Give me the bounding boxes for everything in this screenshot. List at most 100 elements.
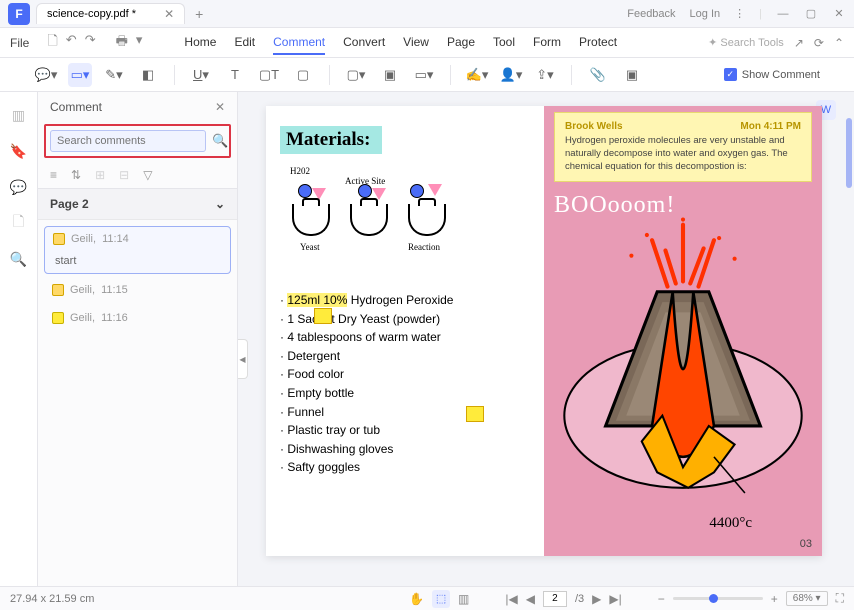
- divider: |: [759, 8, 762, 20]
- yeast-diagram: H202 Active Site Yeast Reaction: [280, 166, 530, 261]
- flask-icon: [292, 204, 330, 236]
- scroll-thumb[interactable]: [846, 118, 852, 188]
- comment-item[interactable]: Geili,11:14start: [44, 226, 231, 274]
- menu-comment[interactable]: Comment: [273, 31, 325, 55]
- expand-all-icon[interactable]: ⇅: [71, 168, 81, 182]
- eraser-tool[interactable]: ◧: [136, 63, 160, 87]
- menubar: File 🗋 ↶ ↷ 🖶 ▾ Home Edit Comment Convert Vie…: [0, 28, 854, 58]
- panel-close-icon[interactable]: ✕: [215, 100, 225, 114]
- attachment-icon[interactable]: 🗋: [10, 214, 28, 232]
- underline-tool[interactable]: U▾: [189, 63, 213, 87]
- show-comment-label: Show Comment: [742, 69, 820, 81]
- vertical-scrollbar[interactable]: [846, 106, 852, 572]
- thumbnail-icon[interactable]: ▥: [10, 106, 28, 124]
- collapse-icon[interactable]: ⊞: [95, 168, 105, 182]
- menu-protect[interactable]: Protect: [579, 31, 617, 55]
- undo-icon[interactable]: ↶: [66, 32, 77, 54]
- page-section-header[interactable]: Page 2 ⌄: [38, 189, 237, 220]
- material-item: · Plastic tray or tub: [280, 421, 530, 440]
- comment-time: 11:15: [101, 284, 128, 296]
- redo-icon[interactable]: ↷: [85, 32, 96, 54]
- shape-tool[interactable]: ▢▾: [344, 63, 368, 87]
- page-number-input[interactable]: [543, 591, 567, 607]
- fit-page-icon[interactable]: ⛶: [836, 591, 844, 606]
- menu-form[interactable]: Form: [533, 31, 561, 55]
- maximize-button[interactable]: ▢: [804, 7, 818, 21]
- menu-convert[interactable]: Convert: [343, 31, 385, 55]
- text-tool[interactable]: T: [223, 63, 247, 87]
- last-page-icon[interactable]: ▶|: [609, 592, 621, 606]
- feedback-link[interactable]: Feedback: [627, 8, 675, 20]
- search-panel-icon[interactable]: 🔍: [10, 250, 28, 268]
- print-icon[interactable]: 🖶: [116, 32, 128, 54]
- file-menu[interactable]: File: [10, 36, 29, 50]
- menu-view[interactable]: View: [403, 31, 429, 55]
- stamp-tool[interactable]: ▣: [378, 63, 402, 87]
- save-icon[interactable]: 🗋: [47, 32, 57, 54]
- close-button[interactable]: ✕: [832, 7, 846, 21]
- highlight-tool[interactable]: ▭▾: [68, 63, 92, 87]
- sticky-note-large[interactable]: Brook Wells Mon 4:11 PM Hydrogen peroxid…: [554, 112, 812, 182]
- flask-icon: [408, 204, 446, 236]
- sticky-note-icon[interactable]: [314, 308, 332, 324]
- comment-item[interactable]: Geili,11:16: [44, 306, 231, 330]
- search-icon[interactable]: 🔍: [212, 133, 228, 149]
- prev-page-icon[interactable]: ◀: [526, 592, 535, 606]
- expand-icon[interactable]: ⌃: [834, 36, 844, 50]
- login-link[interactable]: Log In: [690, 8, 721, 20]
- zoom-out-icon[interactable]: −: [658, 592, 665, 606]
- tab-close-icon[interactable]: ✕: [164, 7, 174, 21]
- document-tab[interactable]: science-copy.pdf * ✕: [36, 3, 185, 24]
- document-canvas[interactable]: W ◀ Materials: H202 Active Site Yeast: [238, 92, 854, 586]
- more-icon[interactable]: ⋮: [734, 7, 745, 20]
- zoom-value[interactable]: 68% ▾: [786, 591, 828, 606]
- textbox-tool[interactable]: ▢T: [257, 63, 281, 87]
- export-tool[interactable]: ⇪▾: [533, 63, 557, 87]
- filter-type-icon[interactable]: ⊟: [119, 168, 129, 182]
- panel-collapse-icon[interactable]: ◀: [238, 339, 248, 379]
- flask-icon: [350, 204, 388, 236]
- new-tab-button[interactable]: +: [195, 6, 203, 22]
- external-icon[interactable]: ↗: [794, 36, 804, 50]
- measure-tool[interactable]: ▭▾: [412, 63, 436, 87]
- comment-toolbar: 💬▾ ▭▾ ✎▾ ◧ U▾ T ▢T ▢ ▢▾ ▣ ▭▾ ✍▾ 👤▾ ⇪▾ 📎 …: [0, 58, 854, 92]
- material-item: · Safty goggles: [280, 458, 530, 477]
- sign-tool[interactable]: ✍▾: [465, 63, 489, 87]
- attach-tool[interactable]: 📎: [586, 63, 610, 87]
- diag-reaction-label: Reaction: [408, 242, 440, 252]
- menu-tool[interactable]: Tool: [493, 31, 515, 55]
- sticky-time: Mon 4:11 PM: [740, 121, 801, 132]
- note-tool[interactable]: 💬▾: [34, 63, 58, 87]
- read-mode-icon[interactable]: ▥: [458, 592, 469, 606]
- sort-icon[interactable]: ≡: [50, 168, 57, 182]
- comment-user: Geili,: [70, 284, 95, 296]
- temperature-label: 4400°c: [709, 515, 752, 532]
- search-comments-input[interactable]: [50, 130, 206, 152]
- hide-tool[interactable]: ▣: [620, 63, 644, 87]
- zoom-in-icon[interactable]: +: [771, 592, 778, 606]
- next-page-icon[interactable]: ▶: [592, 592, 601, 606]
- first-page-icon[interactable]: |◀: [505, 592, 517, 606]
- search-highlight-box: 🔍: [44, 124, 231, 158]
- comment-item[interactable]: Geili, 11:15: [44, 278, 231, 302]
- select-tool-icon[interactable]: ⬚: [432, 590, 450, 608]
- menu-page[interactable]: Page: [447, 31, 475, 55]
- hand-tool-icon[interactable]: ✋: [409, 592, 424, 606]
- pencil-tool[interactable]: ✎▾: [102, 63, 126, 87]
- cloud-icon[interactable]: ⟳: [814, 36, 824, 50]
- diag-h202-label: H202: [290, 166, 310, 176]
- filter-icon[interactable]: ▽: [143, 168, 152, 182]
- zoom-slider[interactable]: [673, 597, 763, 600]
- search-tools[interactable]: Search Tools: [720, 37, 783, 49]
- callout-tool[interactable]: ▢: [291, 63, 315, 87]
- bookmark-icon[interactable]: 🔖: [10, 142, 28, 160]
- user-tool[interactable]: 👤▾: [499, 63, 523, 87]
- sticky-note-icon[interactable]: [466, 406, 484, 422]
- comment-panel-icon[interactable]: 💬: [10, 178, 28, 196]
- minimize-button[interactable]: —: [776, 7, 790, 21]
- show-comment-toggle[interactable]: ✓ Show Comment: [724, 68, 820, 81]
- side-strip: ▥ 🔖 💬 🗋 🔍: [0, 92, 38, 586]
- menu-edit[interactable]: Edit: [234, 31, 255, 55]
- share-icon[interactable]: ▾: [136, 32, 143, 54]
- menu-home[interactable]: Home: [184, 31, 216, 55]
